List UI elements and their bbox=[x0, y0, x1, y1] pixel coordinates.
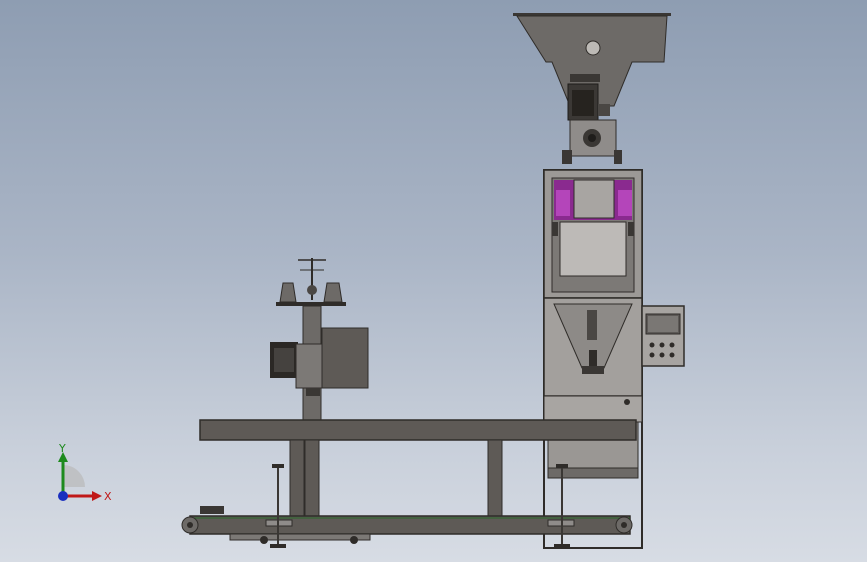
control-panel[interactable] bbox=[641, 305, 685, 367]
y-axis-label: Y bbox=[58, 442, 66, 455]
z-axis-icon bbox=[58, 491, 68, 501]
x-arrow-icon bbox=[92, 491, 102, 501]
packing-machine-model[interactable] bbox=[0, 0, 867, 562]
belt-conveyor[interactable] bbox=[181, 506, 633, 541]
weighing-tower[interactable] bbox=[543, 169, 643, 549]
cad-viewport[interactable]: Y X bbox=[0, 0, 867, 562]
coordinate-triad: Y X bbox=[58, 442, 112, 503]
triad-plane bbox=[63, 465, 85, 487]
x-axis-label: X bbox=[104, 490, 112, 503]
sewing-head-assembly[interactable] bbox=[270, 258, 369, 421]
